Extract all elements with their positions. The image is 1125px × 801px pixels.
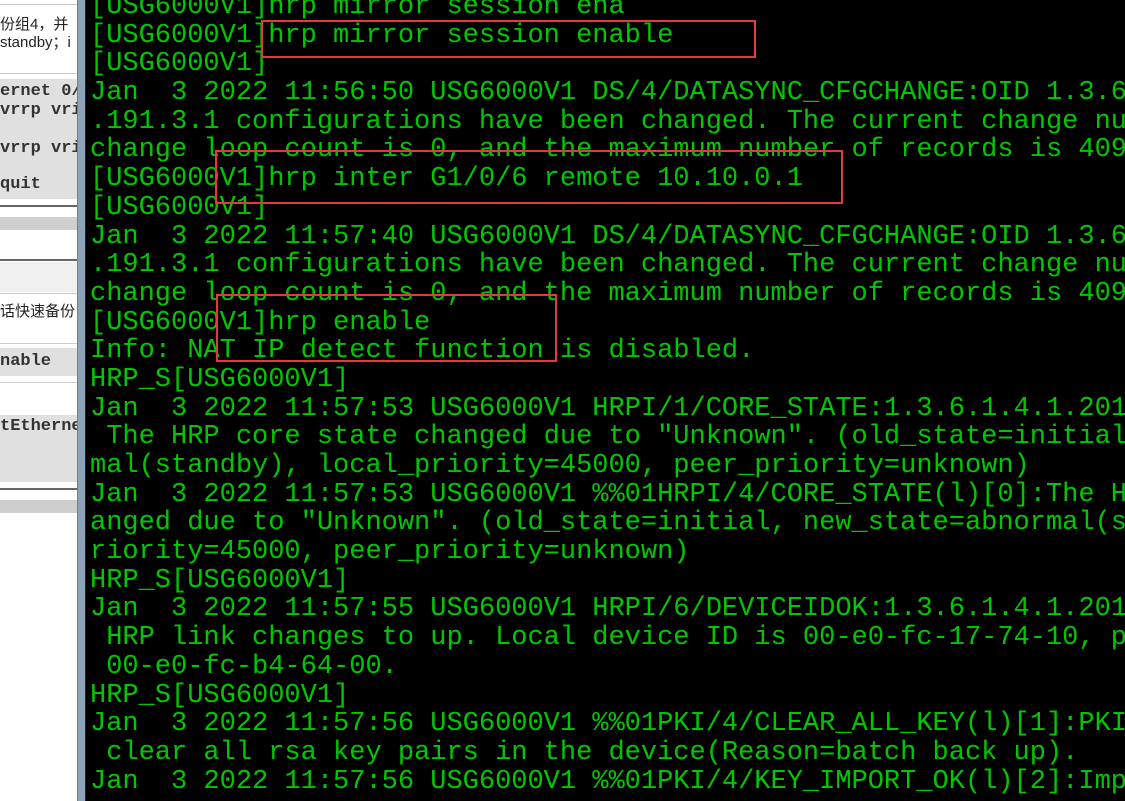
- code-line: quit: [0, 175, 41, 194]
- terminal-line: HRP_S[USG6000V1]: [90, 364, 350, 395]
- divider: [0, 343, 77, 344]
- divider: [0, 488, 77, 490]
- divider: [0, 4, 77, 5]
- terminal-line: Jan 3 2022 11:57:56 USG6000V1 %%01PKI/4/…: [90, 766, 1125, 797]
- terminal-line: HRP_S[USG6000V1]: [90, 565, 350, 596]
- code-line: vrrp vri: [0, 139, 77, 158]
- document-panel: 份组4，并 standby；i ernet 0/ vrrp vri vrrp v…: [0, 0, 77, 801]
- terminal-line: HRP_S[USG6000V1]: [90, 680, 350, 711]
- terminal-line: Jan 3 2022 11:57:55 USG6000V1 HRPI/6/DEV…: [90, 594, 1125, 625]
- terminal-output[interactable]: [USG6000V1]hrp mirror session ena [USG600…: [86, 0, 1125, 801]
- doc-text: standby；i: [0, 34, 71, 51]
- terminal-line: 00-e0-fc-b4-64-00.: [90, 651, 398, 682]
- terminal-line: anged due to "Unknown". (old_state=initi…: [90, 508, 1125, 539]
- code-line: vrrp vri: [0, 101, 77, 120]
- code-line: ernet 0/: [0, 82, 77, 101]
- divider: [0, 382, 77, 383]
- terminal-line: HRP link changes to up. Local device ID …: [90, 623, 1125, 654]
- divider: [0, 73, 77, 74]
- terminal-line: clear all rsa key pairs in the device(Re…: [90, 737, 1079, 768]
- terminal-line: riority=45000, peer_priority=unknown): [90, 537, 690, 568]
- divider: [0, 205, 77, 207]
- highlight-box-mirror-session: [261, 20, 756, 58]
- terminal-line: [USG6000V1]hrp mirror session ena: [90, 0, 625, 22]
- terminal-line: .191.3.1 configurations have been change…: [90, 106, 1125, 137]
- terminal-line: .191.3.1 configurations have been change…: [90, 250, 1125, 281]
- terminal-line: Jan 3 2022 11:57:53 USG6000V1 HRPI/1/COR…: [90, 393, 1125, 424]
- code-line: tEtherne: [0, 417, 77, 436]
- terminal-line: Jan 3 2022 11:56:50 USG6000V1 DS/4/DATAS…: [90, 78, 1125, 109]
- window-border: [77, 0, 86, 801]
- terminal-line: Jan 3 2022 11:57:53 USG6000V1 %%01HRPI/4…: [90, 479, 1125, 510]
- table-row: [0, 262, 77, 292]
- terminal-line: mal(standby), local_priority=45000, peer…: [90, 451, 1030, 481]
- divider: [0, 259, 77, 261]
- terminal-line: Jan 3 2022 11:57:56 USG6000V1 %%01PKI/4/…: [90, 709, 1125, 740]
- divider: [0, 293, 77, 294]
- highlight-box-hrp-inter: [215, 150, 843, 204]
- table-header: [0, 217, 77, 230]
- code-line: nable: [0, 352, 52, 371]
- terminal-line: Jan 3 2022 11:57:40 USG6000V1 DS/4/DATAS…: [90, 221, 1125, 252]
- doc-text: 话快速备份: [0, 303, 76, 320]
- highlight-box-hrp-enable: [216, 294, 557, 362]
- table-header: [0, 500, 77, 513]
- terminal-line: The HRP core state changed due to "Unkno…: [90, 422, 1125, 453]
